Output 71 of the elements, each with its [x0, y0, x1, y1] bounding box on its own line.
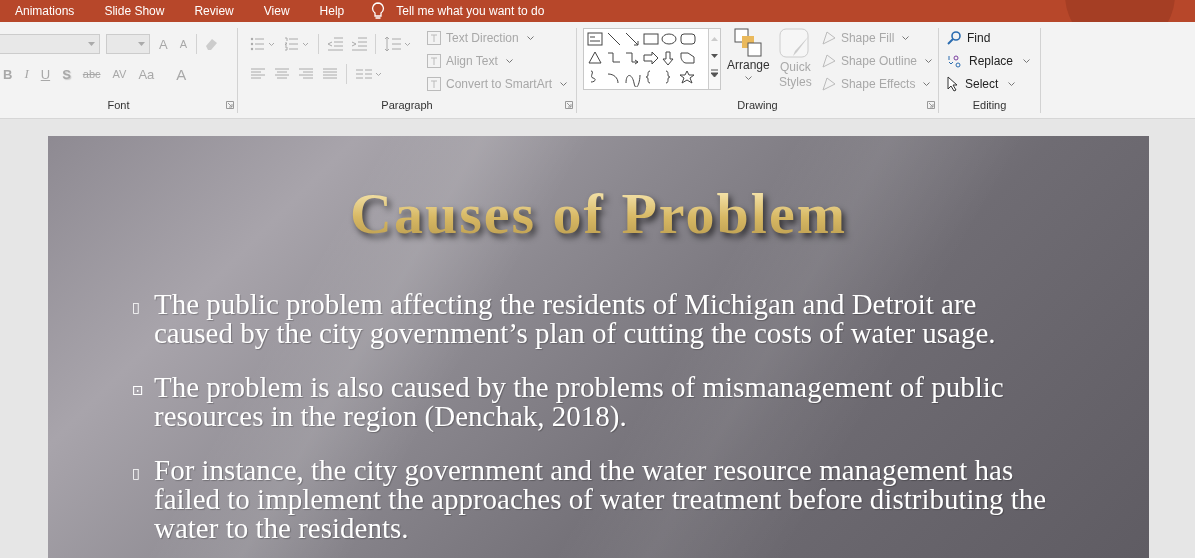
color-button[interactable]: A: [173, 65, 190, 83]
bullet-text: The problem is also caused by the problems of mismanagement of public resources in the region (Denchak, 2018).: [154, 373, 1005, 431]
arrange-icon: [734, 28, 763, 58]
underline-button[interactable]: U: [37, 66, 54, 82]
menu-tab[interactable]: Review: [179, 0, 234, 22]
gallery-scrollbar[interactable]: [708, 29, 720, 89]
shadow-button[interactable]: S: [59, 66, 74, 82]
shapes-gallery[interactable]: [583, 28, 721, 90]
strike-button[interactable]: abc: [79, 68, 104, 80]
shape-icon: [820, 30, 837, 46]
numbering-icon[interactable]: [284, 37, 310, 51]
dialog-launcher-icon[interactable]: [226, 101, 234, 109]
arrange-button[interactable]: Arrange: [727, 28, 770, 80]
replace-button[interactable]: Replace: [947, 51, 1034, 71]
text-box-icon: [426, 76, 442, 92]
dropdown-arrow-icon: [138, 42, 145, 46]
lightbulb-icon: [371, 2, 386, 20]
select-button[interactable]: Select: [947, 74, 1034, 94]
justify-icon[interactable]: [322, 68, 338, 80]
group-label: Drawing: [736, 99, 779, 111]
menu-tab[interactable]: Slide Show: [89, 0, 165, 22]
shape-icon: [820, 76, 837, 92]
dropdown-arrow-icon: [88, 42, 95, 46]
grow-font-button[interactable]: A: [156, 36, 171, 52]
columns-icon[interactable]: [355, 68, 383, 80]
brush-icon: [779, 28, 812, 60]
replace-icon: [947, 53, 963, 69]
bullet-marker: ▯: [132, 298, 141, 317]
align-center-icon[interactable]: [274, 68, 290, 80]
bold-button[interactable]: B: [0, 66, 16, 82]
bullets-icon[interactable]: [250, 37, 276, 51]
eraser-icon[interactable]: [203, 36, 219, 52]
tell-me-field[interactable]: Tell me what you want to do: [394, 3, 599, 19]
cursor-icon: [947, 76, 959, 92]
chevron-down-icon: [526, 36, 534, 40]
italic-button[interactable]: I: [21, 66, 32, 82]
search-icon: [947, 31, 961, 45]
menu-tab[interactable]: Animations: [0, 0, 75, 22]
chevron-down-icon: [505, 59, 513, 63]
chevron-down-icon: [925, 59, 932, 63]
group-label: Font: [106, 99, 131, 111]
dialog-launcher-icon[interactable]: [927, 101, 935, 109]
align-left-icon[interactable]: [250, 68, 266, 80]
group-label: Editing: [971, 99, 1008, 111]
chevron-down-icon: [902, 36, 910, 40]
font-size-field[interactable]: [106, 34, 150, 54]
group-label: Paragraph: [380, 99, 434, 111]
bullet-marker: ⊡: [132, 381, 145, 400]
dialog-launcher-icon[interactable]: [565, 101, 573, 109]
chevron-down-icon: [923, 82, 931, 86]
chevron-down-icon: [1023, 59, 1031, 63]
font-name-field[interactable]: [0, 34, 100, 54]
case-button[interactable]: Aa: [135, 66, 158, 82]
menu-tab[interactable]: View: [248, 0, 290, 22]
bullet-text: The public problem affecting the residents of Michigan and Detroit are caused by the city government’s plan of cutting the costs of water usage.: [154, 290, 997, 348]
spacing-button[interactable]: AV: [109, 68, 130, 80]
decrease-indent-icon[interactable]: [327, 37, 343, 51]
bullet-text: For instance, the city government and the water resource management has failed to implement the approaches of water treatment before distributing the water to the residents.: [154, 456, 1048, 543]
shrink-font-button[interactable]: A: [176, 38, 190, 50]
chevron-down-icon: [744, 76, 752, 80]
increase-indent-icon[interactable]: [351, 37, 367, 51]
menu-tab[interactable]: Help: [304, 0, 345, 22]
align-right-icon[interactable]: [298, 68, 314, 80]
text-box-icon: [426, 30, 442, 46]
bullet-marker: ▯: [132, 464, 141, 483]
shape-icon: [820, 53, 837, 69]
text-box-icon: [426, 53, 442, 69]
chevron-down-icon: [1008, 82, 1016, 86]
chevron-down-icon: [560, 82, 568, 86]
find-button[interactable]: Find: [947, 28, 1034, 48]
line-spacing-icon[interactable]: [384, 36, 412, 52]
